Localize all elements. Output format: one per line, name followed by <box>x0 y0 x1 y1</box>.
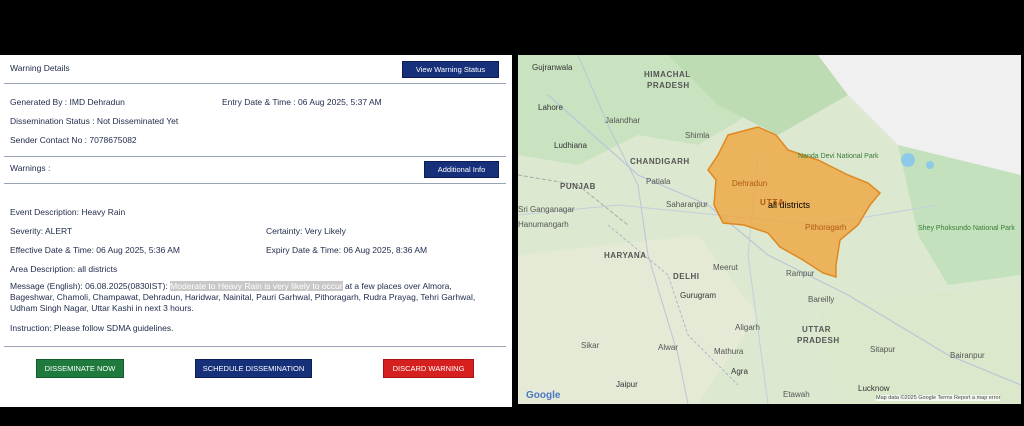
label-shimla: Shimla <box>685 131 710 140</box>
label-nanda-devi: Nanda Devi National Park <box>798 153 879 160</box>
label-hanumangarh: Hanumangarh <box>518 220 569 229</box>
label-bairanpur: Bairanpur <box>950 351 985 360</box>
label-sri-ganganagar: Sri Ganganagar <box>518 205 575 214</box>
label-delhi: DELHI <box>673 272 700 281</box>
expiry-date-time: Expiry Date & Time: 06 Aug 2025, 8:36 AM <box>266 245 428 255</box>
label-etawah: Etawah <box>783 390 810 399</box>
label-saharanpur: Saharanpur <box>666 200 708 209</box>
message-prefix: Message (English): 06.08.2025(0830IST): <box>10 281 171 291</box>
label-lucknow: Lucknow <box>858 384 890 393</box>
warning-details-panel: Warning Details View Warning Status Gene… <box>0 55 512 407</box>
label-sikar: Sikar <box>581 341 600 350</box>
effective-date-time: Effective Date & Time: 06 Aug 2025, 5:36… <box>10 245 180 255</box>
label-ludhiana: Ludhiana <box>554 141 587 150</box>
label-himachal: HIMACHAL <box>644 70 691 79</box>
dissemination-status: Dissemination Status : Not Disseminated … <box>10 116 179 126</box>
label-punjab: PUNJAB <box>560 182 596 191</box>
label-uttar: UTTAR <box>802 325 832 334</box>
divider <box>4 183 506 184</box>
label-alwar: Alwar <box>658 343 679 352</box>
label-jalandhar: Jalandhar <box>605 116 641 125</box>
label-lahore: Lahore <box>538 103 563 112</box>
schedule-dissemination-button[interactable]: SCHEDULE DISSEMINATION <box>195 359 312 378</box>
divider <box>4 346 506 347</box>
message-highlight: Moderate to Heavy Rain is very likely to… <box>170 281 343 291</box>
label-gurugram: Gurugram <box>680 291 717 300</box>
disseminate-now-button[interactable]: DISSEMINATE NOW <box>36 359 124 378</box>
sender-contact: Sender Contact No : 7078675082 <box>10 135 137 145</box>
divider <box>4 156 506 157</box>
label-shey-phoksundo: Shey Phoksundo National Park <box>918 225 1015 232</box>
label-agra: Agra <box>731 367 748 376</box>
event-description: Event Description: Heavy Rain <box>10 207 126 217</box>
label-gujranwala: Gujranwala <box>532 63 573 72</box>
severity: Severity: ALERT <box>10 226 73 236</box>
label-rampur: Rampur <box>786 269 815 278</box>
additional-info-button[interactable]: Additional Info <box>424 161 499 178</box>
certainty: Certainty: Very Likely <box>266 226 346 236</box>
label-meerut: Meerut <box>713 263 738 272</box>
entry-date-time: Entry Date & Time : 06 Aug 2025, 5:37 AM <box>222 97 382 107</box>
area-description: Area Description: all districts <box>10 264 118 274</box>
label-pradesh1: PRADESH <box>647 81 690 90</box>
label-dehradun: Dehradun <box>732 179 768 188</box>
map-attribution[interactable]: Map data ©2025 Google Terms Report a map… <box>876 395 1001 401</box>
divider <box>4 83 506 84</box>
label-pithoragarh: Pithoragarh <box>805 223 847 232</box>
view-warning-status-button[interactable]: View Warning Status <box>402 61 499 78</box>
label-chandigarh: CHANDIGARH <box>630 157 690 166</box>
label-sitapur: Sitapur <box>870 345 896 354</box>
label-pradesh2: PRADESH <box>797 336 840 345</box>
label-haryana: HARYANA <box>604 251 647 260</box>
warning-details-header: Warning Details <box>10 63 70 73</box>
label-uttarakhand: UTTA <box>760 198 785 207</box>
label-jaipur: Jaipur <box>616 380 638 389</box>
label-patiala: Patiala <box>646 177 671 186</box>
discard-warning-button[interactable]: DISCARD WARNING <box>383 359 474 378</box>
label-aligarh: Aligarh <box>735 323 760 332</box>
generated-by: Generated By : IMD Dehradun <box>10 97 125 107</box>
message-english: Message (English): 06.08.2025(0830IST): … <box>10 281 490 314</box>
label-bareilly: Bareilly <box>808 295 835 304</box>
label-mathura: Mathura <box>714 347 744 356</box>
warnings-label: Warnings : <box>10 163 51 173</box>
google-logo: Google <box>526 390 561 401</box>
instruction: Instruction: Please follow SDMA guidelin… <box>10 323 174 333</box>
warning-map[interactable]: Gujranwala HIMACHAL PRADESH Lahore Jalan… <box>518 55 1021 404</box>
